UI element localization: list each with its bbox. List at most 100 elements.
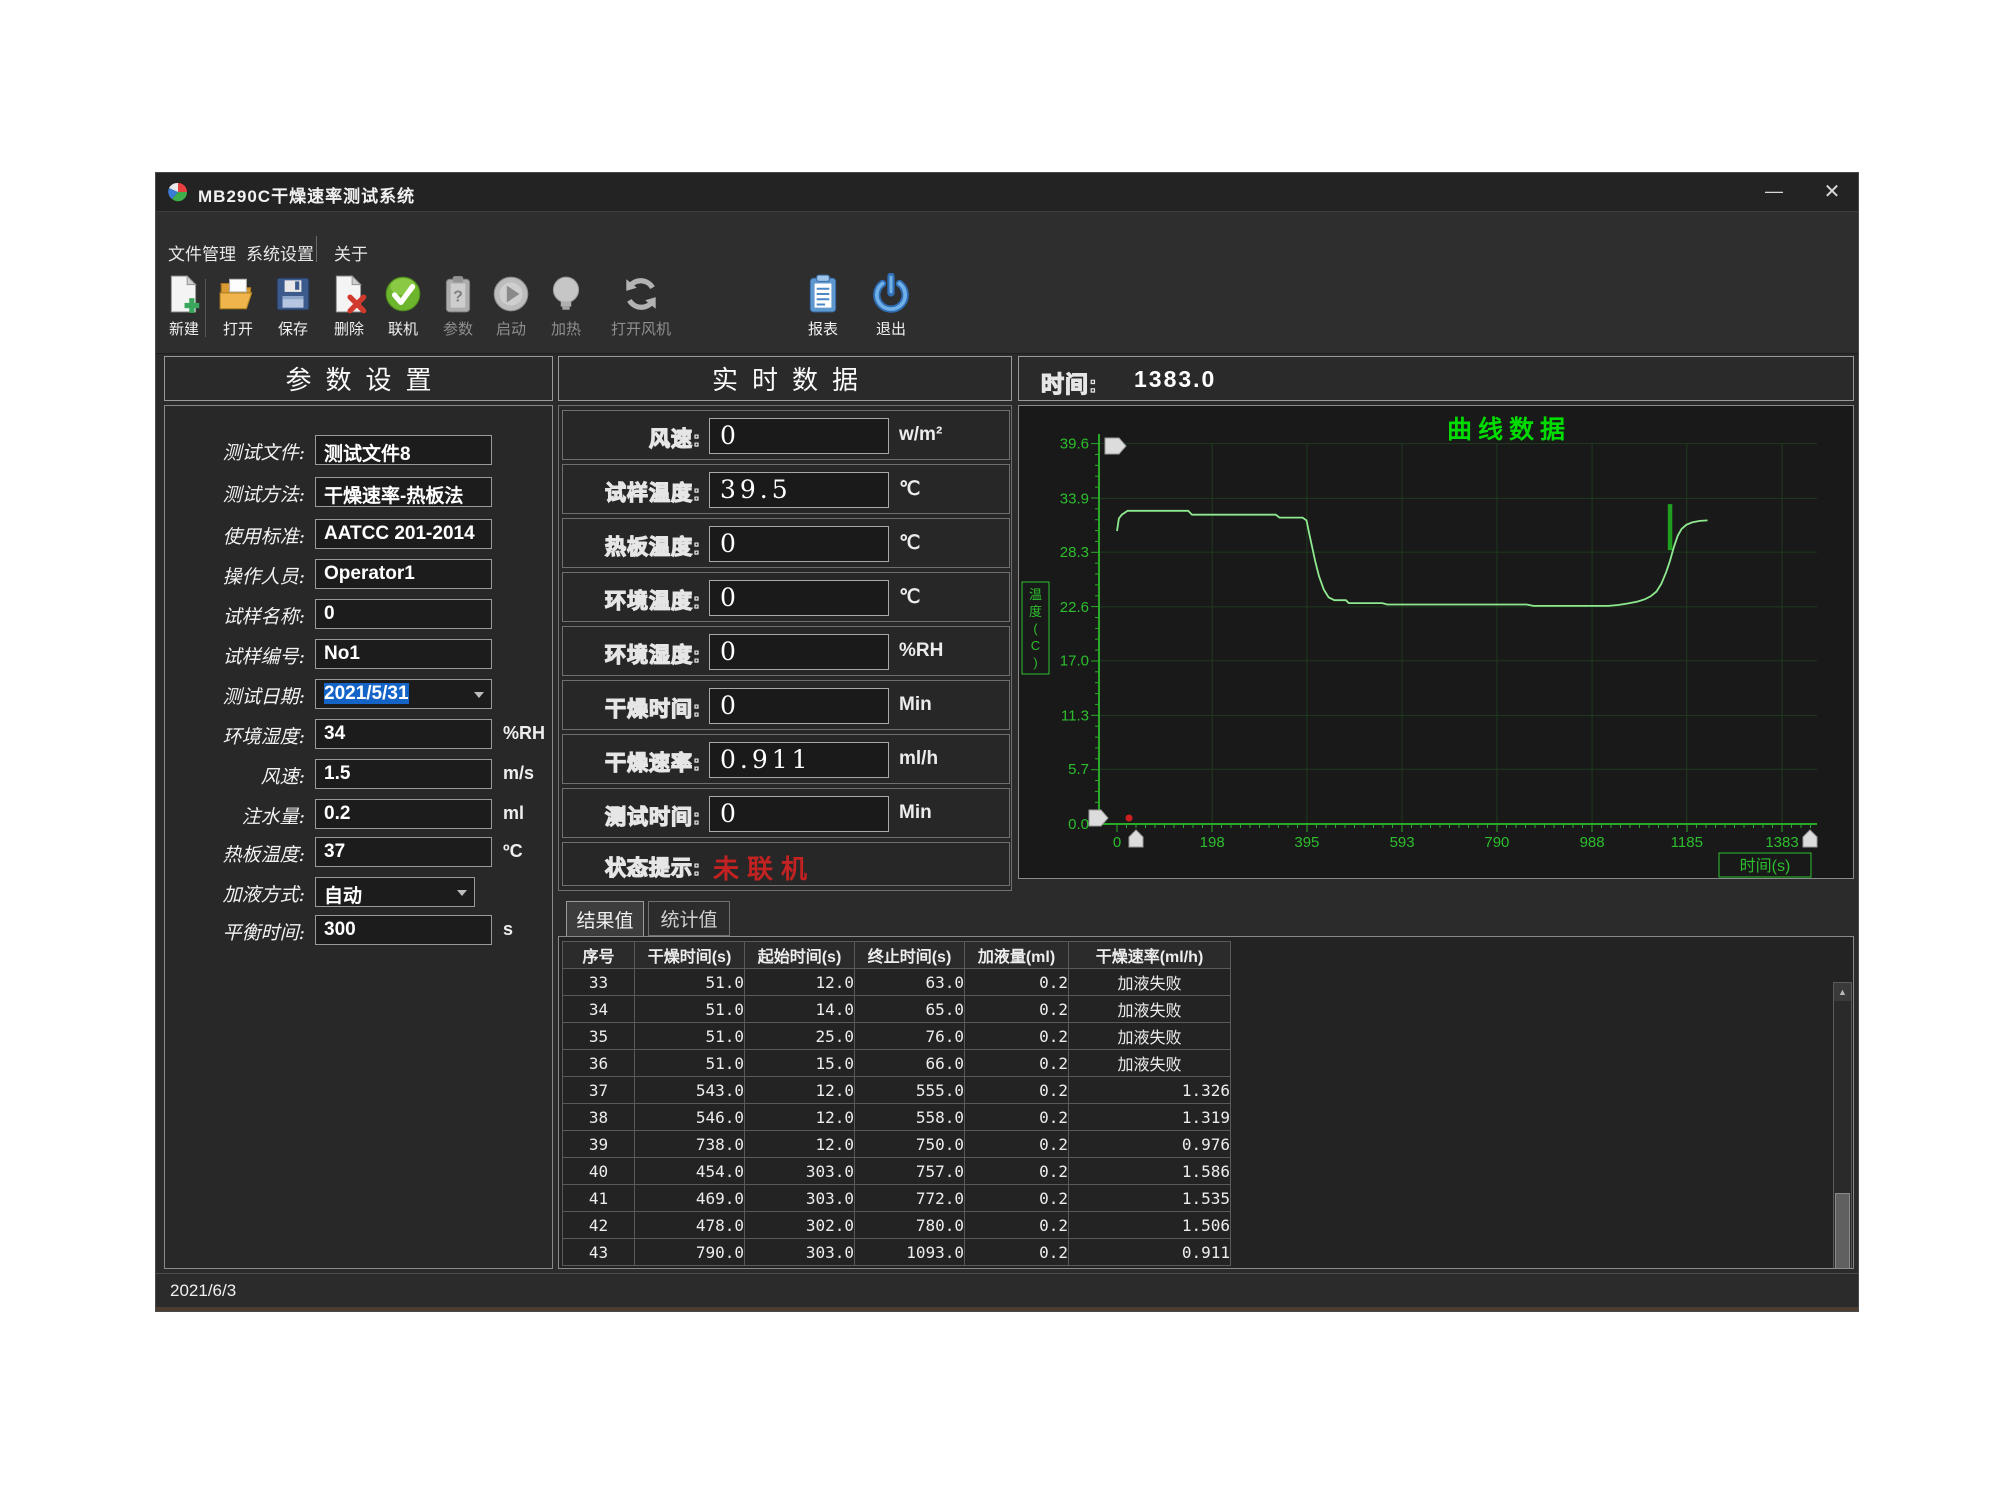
toolbar-button-label: 报表 xyxy=(808,318,838,339)
menu-file-management[interactable]: 文件管理 xyxy=(168,240,236,265)
results-table: 序号干燥时间(s)起始时间(s)终止时间(s)加液量(ml)干燥速率(ml/h)… xyxy=(562,941,1231,1266)
param-field-input[interactable]: 测试文件8 xyxy=(315,435,492,465)
x-tick-label: 198 xyxy=(1200,834,1225,851)
y-axis-label-char: C xyxy=(1031,638,1040,653)
param-field-input[interactable]: 2021/5/31 xyxy=(315,679,492,709)
table-row[interactable]: 37543.012.0555.00.21.326 xyxy=(563,1077,1231,1104)
table-cell: 790.0 xyxy=(635,1239,745,1266)
table-cell: 555.0 xyxy=(855,1077,965,1104)
realtime-row: 热板温度:0℃ xyxy=(562,518,1010,568)
table-cell: 0.911 xyxy=(1069,1239,1231,1266)
table-row[interactable]: 3451.014.065.00.2加液失败 xyxy=(563,996,1231,1023)
new-file-icon xyxy=(163,273,205,315)
toolbar-button-exit-power[interactable]: 退出 xyxy=(863,273,919,347)
table-cell: 51.0 xyxy=(635,996,745,1023)
table-scrollbar[interactable]: ▲ ▼ xyxy=(1833,982,1852,1269)
tab-result-values[interactable]: 结果值 xyxy=(566,901,644,936)
toolbar-button-label: 加热 xyxy=(551,318,581,339)
table-cell: 15.0 xyxy=(745,1050,855,1077)
chart-background xyxy=(1019,406,1853,878)
table-column-header[interactable]: 加液量(ml) xyxy=(965,942,1069,969)
realtime-panel-title: 实时数据 xyxy=(698,360,872,397)
param-row: 风速:1.5m/s xyxy=(165,759,552,791)
temperature-chart[interactable]: 0.05.711.317.022.628.333.939.60198395593… xyxy=(1018,405,1854,879)
scrollbar-thumb[interactable] xyxy=(1835,1193,1850,1269)
table-cell: 1.535 xyxy=(1069,1185,1231,1212)
toolbar-button-save-floppy[interactable]: 保存 xyxy=(265,273,321,347)
table-row[interactable]: 42478.0302.0780.00.21.506 xyxy=(563,1212,1231,1239)
table-row[interactable]: 41469.0303.0772.00.21.535 xyxy=(563,1185,1231,1212)
table-column-header[interactable]: 干燥时间(s) xyxy=(635,942,745,969)
table-cell: 0.976 xyxy=(1069,1131,1231,1158)
y-axis-label-char: 度 xyxy=(1029,604,1042,619)
param-field-input[interactable]: 自动 xyxy=(315,877,475,907)
table-column-header[interactable]: 终止时间(s) xyxy=(855,942,965,969)
combo-arrow-icon[interactable] xyxy=(474,692,484,698)
y-axis-label-char: ) xyxy=(1033,655,1037,670)
table-cell: 0.2 xyxy=(965,1239,1069,1266)
status-date: 2021/6/3 xyxy=(170,1281,236,1301)
table-cell: 750.0 xyxy=(855,1131,965,1158)
param-field-input[interactable]: 34 xyxy=(315,719,492,749)
param-field-input[interactable]: 300 xyxy=(315,915,492,945)
table-row[interactable]: 39738.012.0750.00.20.976 xyxy=(563,1131,1231,1158)
table-row[interactable]: 43790.0303.01093.00.20.911 xyxy=(563,1239,1231,1266)
param-field-input[interactable]: Operator1 xyxy=(315,559,492,589)
table-cell: 38 xyxy=(563,1104,635,1131)
table-cell: 303.0 xyxy=(745,1239,855,1266)
x-tick-label: 1185 xyxy=(1671,834,1703,851)
realtime-unit: ℃ xyxy=(899,532,920,555)
toolbar-button-connect-check[interactable]: 联机 xyxy=(375,273,431,347)
realtime-value: 0 xyxy=(709,418,889,454)
param-field-input[interactable]: 1.5 xyxy=(315,759,492,789)
table-row[interactable]: 3551.025.076.00.2加液失败 xyxy=(563,1023,1231,1050)
table-column-header[interactable]: 起始时间(s) xyxy=(745,942,855,969)
minimize-button[interactable]: — xyxy=(1750,173,1798,209)
table-cell: 14.0 xyxy=(745,996,855,1023)
scrollbar-up-icon[interactable]: ▲ xyxy=(1834,983,1851,1001)
param-field-input[interactable]: 0.2 xyxy=(315,799,492,829)
param-field-input[interactable]: AATCC 201-2014 xyxy=(315,519,492,549)
menu-system-settings[interactable]: 系统设置 xyxy=(246,240,314,265)
connect-check-icon xyxy=(382,273,424,315)
table-row[interactable]: 38546.012.0558.00.21.319 xyxy=(563,1104,1231,1131)
realtime-value: 39.5 xyxy=(709,472,889,508)
param-field-input[interactable]: 37 xyxy=(315,837,492,867)
param-row: 操作人员:Operator1 xyxy=(165,559,552,591)
chart-cursor-bar[interactable] xyxy=(1668,504,1673,550)
y-axis-label-char: ( xyxy=(1033,621,1038,636)
table-column-header[interactable]: 干燥速率(ml/h) xyxy=(1069,942,1231,969)
param-field-input[interactable]: No1 xyxy=(315,639,492,669)
y-tick-label: 0.0 xyxy=(1068,816,1089,833)
toolbar-button-open-folder[interactable]: 打开 xyxy=(210,273,266,347)
table-cell: 454.0 xyxy=(635,1158,745,1185)
realtime-unit: w/m² xyxy=(899,424,942,446)
exit-power-icon xyxy=(870,273,912,315)
toolbar-button-report-clipboard[interactable]: 报表 xyxy=(795,273,851,347)
table-cell: 0.2 xyxy=(965,1077,1069,1104)
table-cell: 772.0 xyxy=(855,1185,965,1212)
toolbar-separator xyxy=(205,279,206,337)
menu-about[interactable]: 关于 xyxy=(334,240,368,265)
close-button[interactable]: ✕ xyxy=(1808,173,1856,209)
y-tick-label: 11.3 xyxy=(1061,708,1089,725)
table-cell: 34 xyxy=(563,996,635,1023)
param-field-label: 加液方式: xyxy=(183,880,305,907)
table-cell: 0.2 xyxy=(965,1104,1069,1131)
tab-statistic-values[interactable]: 统计值 xyxy=(648,901,730,936)
toolbar-button-delete-file[interactable]: 删除 xyxy=(321,273,377,347)
combo-arrow-icon[interactable] xyxy=(457,890,467,896)
table-row[interactable]: 40454.0303.0757.00.21.586 xyxy=(563,1158,1231,1185)
param-field-label: 风速: xyxy=(183,762,305,789)
x-tick-label: 395 xyxy=(1294,834,1319,851)
table-row[interactable]: 3651.015.066.00.2加液失败 xyxy=(563,1050,1231,1077)
param-field-input[interactable]: 0 xyxy=(315,599,492,629)
toolbar-button-new-file[interactable]: 新建 xyxy=(156,273,212,347)
param-field-input[interactable]: 干燥速率-热板法 xyxy=(315,477,492,507)
x-tick-label: 593 xyxy=(1390,834,1415,851)
table-column-header[interactable]: 序号 xyxy=(563,942,635,969)
toolbar-button-label: 参数 xyxy=(443,318,473,339)
table-row[interactable]: 3351.012.063.00.2加液失败 xyxy=(563,969,1231,996)
param-row: 热板温度:37ºC xyxy=(165,837,552,869)
param-row: 试样名称:0 xyxy=(165,599,552,631)
